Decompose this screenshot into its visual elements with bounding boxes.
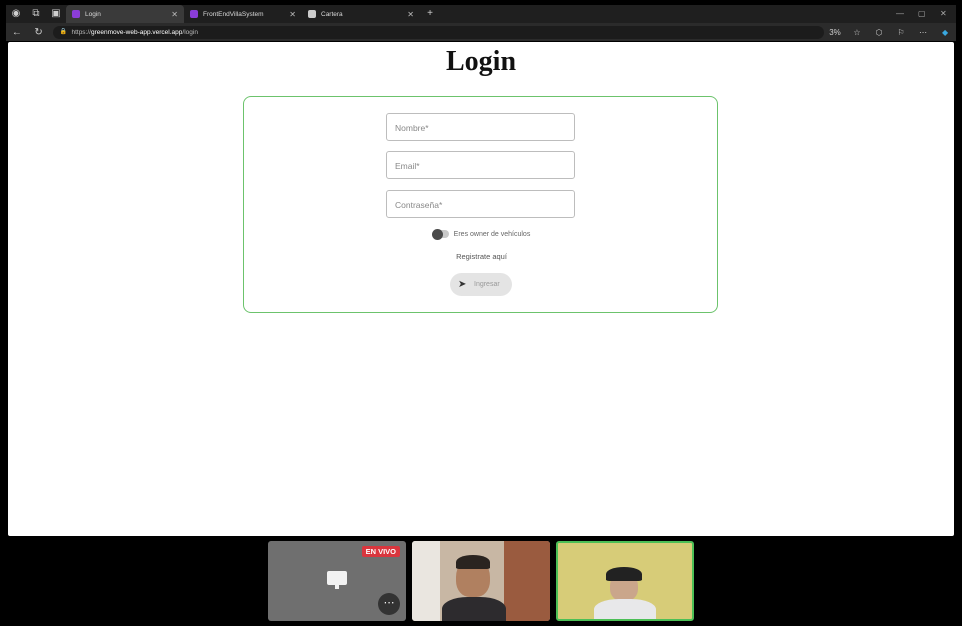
- tab-title: Cartera: [321, 10, 343, 18]
- page-viewport: Login Nombre* Email* Contraseña* Eres ow…: [8, 42, 954, 536]
- name-input[interactable]: Nombre*: [386, 113, 575, 141]
- participant-shirt: [442, 597, 506, 621]
- copilot-icon[interactable]: ◆: [934, 28, 956, 37]
- monitor-icon: [327, 571, 347, 589]
- page-title: Login: [445, 46, 517, 77]
- owner-toggle[interactable]: [431, 228, 449, 240]
- url-path: /login: [182, 28, 198, 36]
- extensions-icon[interactable]: ⬡: [868, 28, 890, 37]
- close-icon[interactable]: ✕: [289, 10, 296, 19]
- login-form: Nombre* Email* Contraseña* Eres owner de…: [243, 96, 718, 313]
- more-options-button[interactable]: ⋯: [378, 593, 400, 615]
- tab-favicon-icon: [190, 10, 198, 18]
- new-tab-icon[interactable]: +: [420, 5, 440, 23]
- tab-login[interactable]: Login ✕: [66, 5, 184, 23]
- submit-button[interactable]: ➤ Ingresar: [450, 273, 512, 296]
- maximize-icon[interactable]: ▢: [918, 5, 926, 23]
- tab-cartera[interactable]: Cartera ✕: [302, 5, 420, 23]
- close-icon[interactable]: ✕: [407, 10, 414, 19]
- tab-title: FrontEndVillaSystem: [203, 10, 264, 18]
- tab-actions-icon[interactable]: ▣: [46, 5, 66, 23]
- live-badge: EN VIVO: [361, 546, 400, 557]
- menu-dots-icon[interactable]: ⋯: [912, 28, 934, 37]
- owner-toggle-row: Eres owner de vehículos: [244, 228, 719, 240]
- owner-toggle-label: Eres owner de vehículos: [453, 230, 531, 238]
- browser-address-bar: ← ↻ 🔒 https://greenmove-web-app.vercel.a…: [6, 23, 956, 41]
- email-input[interactable]: Email*: [386, 151, 575, 179]
- profile-icon[interactable]: ◉: [6, 5, 26, 23]
- lock-icon: 🔒: [59, 28, 67, 35]
- tab-favicon-icon: [308, 10, 316, 18]
- register-link[interactable]: Registrate aquí: [244, 252, 719, 261]
- participant-video-tile[interactable]: [412, 541, 550, 621]
- close-icon[interactable]: ✕: [171, 10, 178, 19]
- tab-frontendvillasystem[interactable]: FrontEndVillaSystem ✕: [184, 5, 302, 23]
- minimize-icon[interactable]: —: [896, 5, 904, 23]
- submit-label: Ingresar: [474, 281, 500, 288]
- participant-headphones: [606, 567, 642, 581]
- url-field[interactable]: 🔒 https://greenmove-web-app.vercel.app/l…: [53, 25, 825, 39]
- workspaces-icon[interactable]: ⧉: [26, 5, 46, 23]
- reload-icon[interactable]: ↻: [28, 27, 50, 38]
- background-wall: [412, 541, 440, 621]
- participant-video-tile-speaking[interactable]: [556, 541, 694, 621]
- browser-tab-bar: ◉ ⧉ ▣ Login ✕ FrontEndVillaSystem ✕ Cart…: [6, 5, 956, 23]
- tab-title: Login: [85, 10, 101, 18]
- background-door: [504, 541, 550, 621]
- close-window-icon[interactable]: ✕: [940, 5, 947, 23]
- screen-share-tile[interactable]: EN VIVO ⋯: [268, 541, 406, 621]
- screen: ◉ ⧉ ▣ Login ✕ FrontEndVillaSystem ✕ Cart…: [0, 0, 962, 626]
- url-host: greenmove-web-app.vercel.app: [90, 28, 183, 36]
- toggle-knob: [431, 228, 443, 240]
- participant-hair: [456, 555, 490, 569]
- participant-shirt: [594, 599, 656, 619]
- star-icon[interactable]: ☆: [846, 28, 868, 37]
- favorites-icon[interactable]: ⚐: [890, 28, 912, 37]
- send-icon: ➤: [458, 279, 467, 290]
- url-prefix: https://: [71, 28, 91, 36]
- zoom-indicator[interactable]: 3%: [824, 28, 846, 37]
- password-input[interactable]: Contraseña*: [386, 190, 575, 218]
- tab-favicon-icon: [72, 10, 80, 18]
- back-arrow-icon[interactable]: ←: [6, 27, 28, 38]
